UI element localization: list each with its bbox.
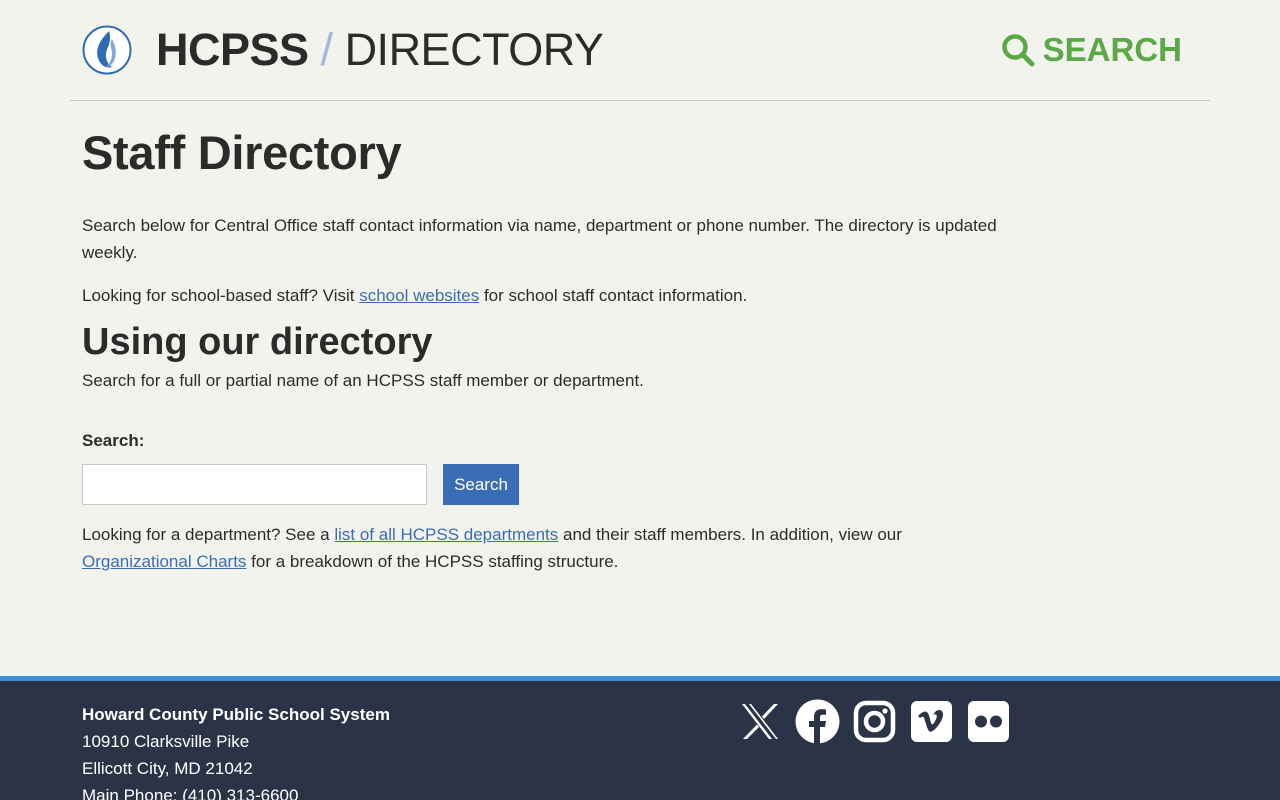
social-links	[738, 699, 1011, 744]
site-footer: Howard County Public School System 10910…	[0, 676, 1280, 800]
school-websites-link[interactable]: school websites	[359, 286, 479, 305]
footer-address: Howard County Public School System 10910…	[82, 701, 390, 800]
school-suffix: for school staff contact information.	[479, 286, 748, 305]
flickr-icon	[968, 701, 1009, 742]
header-search-label: SEARCH	[1042, 31, 1182, 68]
instagram-link[interactable]	[852, 699, 897, 744]
facebook-icon	[795, 699, 840, 744]
footer-street: 10910 Clarksville Pike	[82, 732, 250, 751]
department-text: Looking for a department? See a list of …	[82, 521, 1012, 575]
dept-middle: and their staff members. In addition, vi…	[558, 525, 902, 544]
search-label: Search:	[82, 431, 145, 450]
flickr-link[interactable]	[966, 699, 1011, 744]
brand-section: DIRECTORY	[344, 24, 604, 75]
vimeo-icon	[911, 701, 952, 742]
dept-prefix: Looking for a department? See a	[82, 525, 335, 544]
x-icon	[742, 704, 778, 739]
hcpss-logo-icon[interactable]	[82, 25, 132, 75]
footer-phone[interactable]: Main Phone: (410) 313-6600	[82, 782, 390, 800]
x-link[interactable]	[738, 699, 783, 744]
search-icon	[1001, 34, 1035, 67]
departments-link[interactable]: list of all HCPSS departments	[334, 525, 558, 544]
main-content: Staff Directory Search below for Central…	[82, 101, 1012, 575]
header-search-button[interactable]: SEARCH	[1001, 28, 1182, 72]
brand-separator: /	[320, 24, 334, 75]
footer-org-name: Howard County Public School System	[82, 705, 390, 724]
search-form: Search	[82, 464, 1012, 505]
page-title: Staff Directory	[82, 126, 402, 179]
search-button[interactable]: Search	[443, 464, 519, 505]
school-prefix: Looking for school-based staff? Visit	[82, 286, 360, 305]
search-input[interactable]	[82, 464, 427, 505]
intro-text: Search below for Central Office staff co…	[82, 216, 997, 262]
facebook-link[interactable]	[795, 699, 840, 744]
footer-city: Ellicott City, MD 21042	[82, 759, 253, 778]
org-charts-link[interactable]: Organizational Charts	[82, 552, 246, 571]
site-brand[interactable]: HCPSS / DIRECTORY	[156, 22, 604, 78]
section-title: Using our directory	[82, 321, 433, 363]
dept-suffix: for a breakdown of the HCPSS staffing st…	[246, 552, 619, 571]
usage-text: Search for a full or partial name of an …	[82, 371, 644, 390]
school-staff-text: Looking for school-based staff? Visit sc…	[82, 282, 1012, 309]
brand-org: HCPSS	[156, 24, 309, 75]
instagram-icon	[853, 700, 896, 743]
site-header: HCPSS / DIRECTORY SEARCH	[70, 0, 1210, 101]
vimeo-link[interactable]	[909, 699, 954, 744]
